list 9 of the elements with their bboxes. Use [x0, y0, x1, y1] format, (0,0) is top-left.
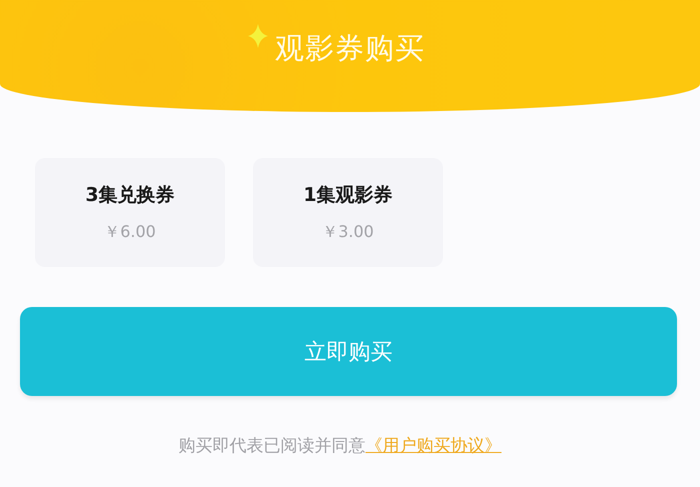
ticket-price: ￥6.00 [104, 222, 156, 243]
ticket-price: ￥3.00 [322, 222, 374, 243]
page-title: 观影券购买 [275, 30, 425, 67]
ticket-option[interactable]: 1集观影券 ￥3.00 [253, 158, 443, 267]
ticket-name: 1集观影券 [303, 183, 393, 208]
ticket-name: 3集兑换券 [85, 183, 175, 208]
ticket-option[interactable]: 3集兑换券 ￥6.00 [35, 158, 225, 267]
sparkle-icon [248, 24, 268, 48]
agreement-text: 购买即代表已阅读并同意 [178, 435, 366, 457]
